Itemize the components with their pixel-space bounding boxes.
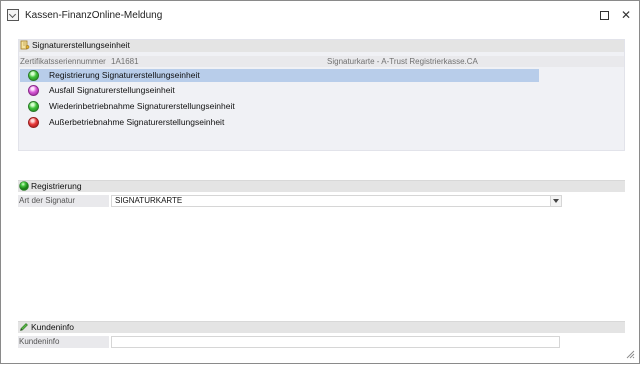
status-dot-icon (28, 85, 39, 96)
app-icon (7, 9, 19, 21)
signature-type-label: Art der Signatur (18, 195, 109, 207)
signature-unit-header-label: Signaturerstellungseinheit (32, 40, 130, 50)
option-wiederinbetriebnahme[interactable]: Wiederinbetriebnahme Signaturerstellungs… (20, 100, 539, 113)
cert-serial-label: Zertifikatsseriennummer (20, 57, 106, 66)
status-dot-icon (28, 70, 39, 81)
signature-type-select[interactable]: SIGNATURKARTE (111, 195, 562, 207)
signature-type-row: Art der Signatur SIGNATURKARTE (18, 195, 562, 207)
status-dot-icon (28, 101, 39, 112)
kundeninfo-label: Kundeninfo (18, 336, 109, 348)
pencil-icon (20, 323, 28, 331)
option-label: Wiederinbetriebnahme Signaturerstellungs… (49, 101, 235, 111)
kundeninfo-header-label: Kundeninfo (31, 322, 75, 332)
close-icon: ✕ (620, 8, 632, 22)
maximize-button[interactable] (595, 7, 613, 23)
registrierung-header-label: Registrierung (31, 181, 82, 191)
status-dot-icon (28, 117, 39, 128)
kundeninfo-header: Kundeninfo (18, 321, 625, 333)
option-label: Ausfall Signaturerstellungseinheit (49, 85, 175, 95)
dialog-window: Kassen-FinanzOnline-Meldung ✕ Signaturer… (0, 0, 640, 364)
close-button[interactable]: ✕ (617, 7, 635, 23)
signature-unit-panel: Signaturerstellungseinheit Zertifikatsse… (18, 39, 625, 151)
certificate-icon (20, 40, 30, 50)
dropdown-arrow-icon[interactable] (550, 196, 561, 206)
maximize-icon (599, 11, 609, 20)
option-ausfall[interactable]: Ausfall Signaturerstellungseinheit (20, 84, 539, 97)
certificate-info-row: Zertifikatsseriennummer 1A1681 Signaturk… (19, 56, 624, 67)
signature-unit-header: Signaturerstellungseinheit (19, 40, 624, 52)
status-dot-icon (19, 181, 29, 191)
title-bar[interactable]: Kassen-FinanzOnline-Meldung ✕ (1, 1, 639, 31)
signature-card-info: Signaturkarte - A-Trust Registrierkasse.… (327, 57, 478, 66)
resize-grip-icon[interactable] (625, 349, 635, 359)
window-title: Kassen-FinanzOnline-Meldung (25, 10, 163, 21)
option-label: Außerbetriebnahme Signaturerstellungsein… (49, 117, 225, 127)
kundeninfo-row: Kundeninfo (18, 336, 562, 348)
cert-serial-value: 1A1681 (111, 57, 139, 66)
option-ausserbetriebnahme[interactable]: Außerbetriebnahme Signaturerstellungsein… (20, 116, 539, 129)
registrierung-header: Registrierung (18, 180, 625, 192)
option-label: Registrierung Signaturerstellungseinheit (49, 70, 200, 80)
signature-type-value: SIGNATURKARTE (115, 196, 183, 205)
kundeninfo-input[interactable] (111, 336, 560, 348)
option-registrierung[interactable]: Registrierung Signaturerstellungseinheit (20, 69, 539, 82)
